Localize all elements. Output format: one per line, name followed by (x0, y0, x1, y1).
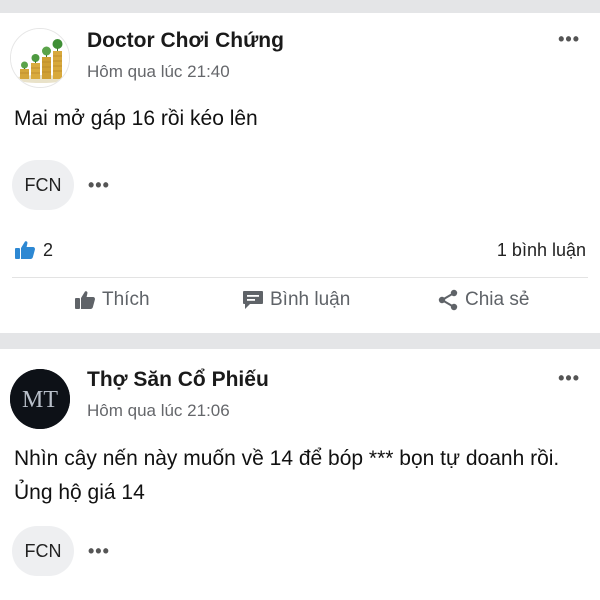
post-feed: Doctor Chơi Chứng Hôm qua lúc 21:40 ••• … (0, 0, 600, 600)
post-timestamp: Hôm qua lúc 21:40 (87, 62, 230, 81)
share-button[interactable]: Chia sẻ (437, 289, 529, 311)
tag-row: FCN ••• (12, 526, 110, 576)
author-name[interactable]: Doctor Chơi Chứng (87, 29, 284, 53)
avatar[interactable]: MT (10, 369, 70, 429)
comment-button[interactable]: Bình luận (242, 289, 350, 311)
post-card: MT Thợ Săn Cổ Phiếu Hôm qua lúc 21:06 ••… (0, 349, 600, 600)
share-label: Chia sẻ (465, 289, 530, 310)
comment-bubble-icon (243, 291, 263, 309)
stock-tag[interactable]: FCN (12, 160, 74, 210)
like-button[interactable]: Thích (74, 289, 150, 311)
tag-more-icon[interactable]: ••• (88, 175, 110, 196)
post-content: Nhìn cây nến này muốn về 14 để bóp *** b… (14, 447, 560, 504)
monogram-logo-icon: MT (10, 369, 70, 429)
more-options-icon[interactable]: ••• (558, 368, 580, 389)
post-actions: Thích Bình luận Chia sẻ (0, 289, 600, 323)
avatar-monogram: MT (22, 387, 58, 413)
comment-label: Bình luận (270, 289, 351, 310)
post-timestamp: Hôm qua lúc 21:06 (87, 401, 230, 420)
more-options-icon[interactable]: ••• (558, 29, 580, 50)
coin-stacks-icon (11, 29, 69, 87)
thumbs-up-filled-icon (15, 241, 35, 259)
share-nodes-icon (438, 289, 458, 311)
stock-tag[interactable]: FCN (12, 526, 74, 576)
post-card: Doctor Chơi Chứng Hôm qua lúc 21:40 ••• … (0, 13, 600, 333)
post-stats: 2 1 bình luận (14, 235, 586, 265)
divider (12, 277, 588, 278)
like-count: 2 (43, 239, 54, 260)
tag-row: FCN ••• (12, 160, 110, 210)
like-label: Thích (102, 289, 150, 310)
avatar[interactable] (10, 28, 70, 88)
tag-more-icon[interactable]: ••• (88, 541, 110, 562)
comment-count[interactable]: 1 bình luận (497, 240, 586, 261)
author-name[interactable]: Thợ Săn Cổ Phiếu (87, 368, 269, 392)
like-summary[interactable]: 2 (14, 240, 53, 261)
thumbs-up-icon (75, 291, 95, 309)
post-content: Mai mở gáp 16 rồi kéo lên (14, 107, 258, 130)
